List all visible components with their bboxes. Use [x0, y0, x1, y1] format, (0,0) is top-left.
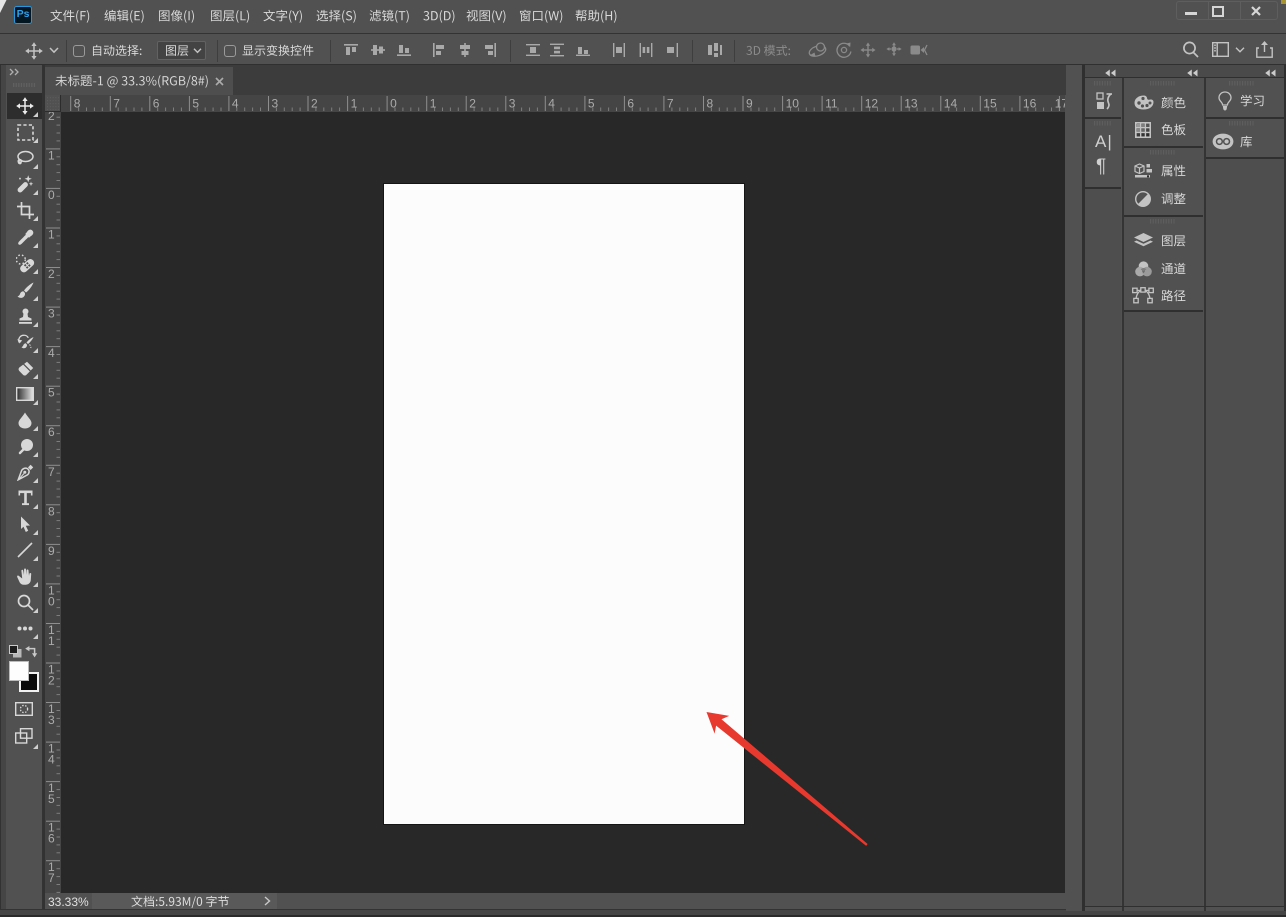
svg-text:3: 3: [509, 97, 516, 111]
svg-text:7: 7: [667, 97, 674, 111]
svg-text:8: 8: [48, 504, 55, 518]
svg-text:0: 0: [48, 594, 55, 608]
svg-text:3: 3: [48, 713, 55, 727]
svg-text:12: 12: [865, 97, 879, 111]
svg-text:1: 1: [430, 97, 437, 111]
svg-text:9: 9: [48, 544, 55, 558]
svg-text:1: 1: [351, 97, 358, 111]
svg-text:2: 2: [311, 97, 318, 111]
svg-text:5: 5: [48, 792, 55, 806]
svg-text:6: 6: [48, 832, 55, 846]
svg-text:6: 6: [48, 425, 55, 439]
svg-text:6: 6: [153, 97, 160, 111]
svg-text:3: 3: [272, 97, 279, 111]
svg-text:1: 1: [48, 228, 55, 242]
svg-text:1: 1: [48, 634, 55, 648]
svg-text:2: 2: [48, 674, 55, 688]
svg-text:5: 5: [588, 97, 595, 111]
svg-text:1: 1: [48, 148, 55, 162]
svg-text:5: 5: [192, 97, 199, 111]
svg-text:5: 5: [48, 386, 55, 400]
svg-text:7: 7: [48, 465, 55, 479]
svg-text:10: 10: [786, 97, 800, 111]
svg-text:3: 3: [48, 307, 55, 321]
svg-text:14: 14: [944, 97, 958, 111]
svg-text:2: 2: [469, 97, 476, 111]
svg-text:15: 15: [983, 97, 997, 111]
svg-text:7: 7: [113, 97, 120, 111]
svg-text:11: 11: [825, 97, 838, 111]
svg-text:2: 2: [48, 112, 55, 123]
svg-text:7: 7: [48, 871, 55, 885]
svg-text:4: 4: [548, 97, 555, 111]
svg-text:2: 2: [48, 267, 55, 281]
svg-text:13: 13: [904, 97, 918, 111]
svg-text:4: 4: [48, 346, 55, 360]
svg-text:8: 8: [74, 97, 81, 111]
svg-text:6: 6: [627, 97, 634, 111]
svg-text:0: 0: [390, 97, 397, 111]
svg-text:9: 9: [746, 97, 753, 111]
svg-text:4: 4: [48, 753, 55, 767]
svg-text:8: 8: [707, 97, 714, 111]
svg-text:16: 16: [1023, 97, 1037, 111]
svg-text:0: 0: [48, 188, 55, 202]
svg-text:4: 4: [232, 97, 239, 111]
